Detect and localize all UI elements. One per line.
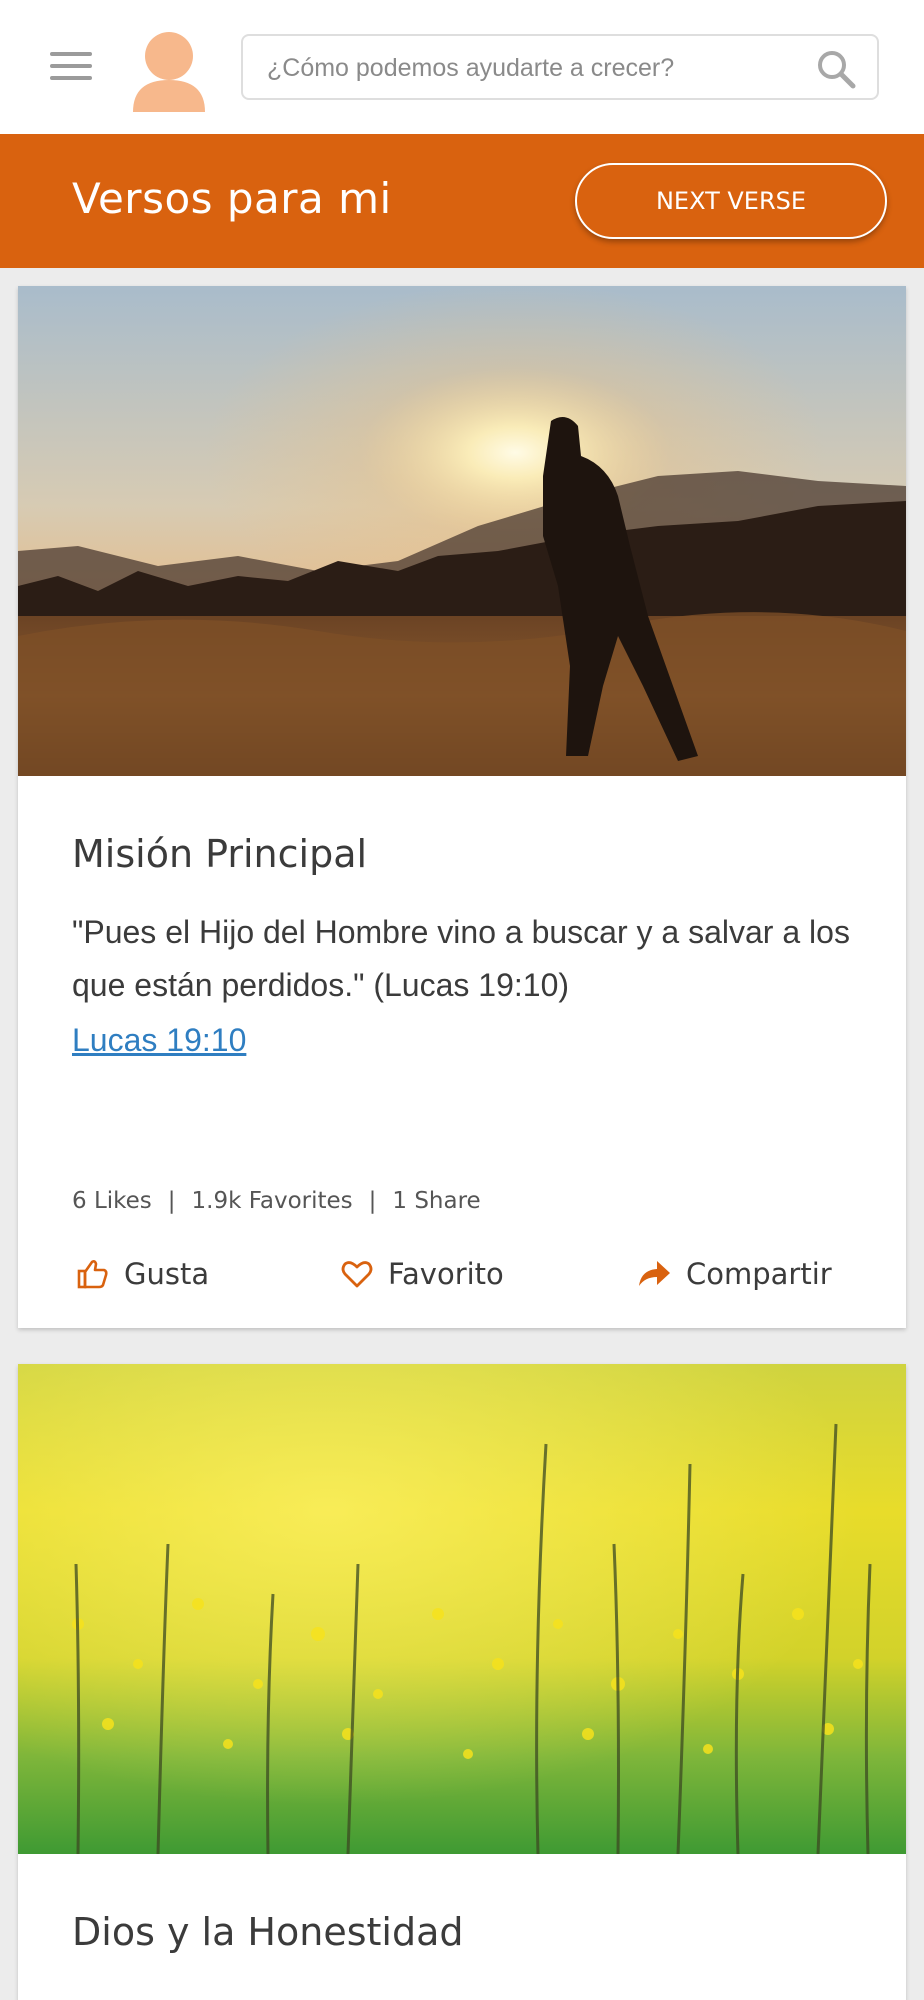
search-input[interactable] (267, 50, 807, 86)
page-title: Versos para mi (72, 174, 392, 223)
heart-icon (341, 1261, 373, 1288)
share-arrow-icon (639, 1261, 670, 1286)
shares-count: 1 Share (392, 1188, 481, 1214)
next-verse-button[interactable]: NEXT VERSE (575, 163, 887, 239)
stats-separator: | (368, 1188, 377, 1214)
top-bar (0, 0, 924, 134)
share-label: Compartir (686, 1257, 832, 1291)
verse-reference-link[interactable]: Lucas 19:10 (72, 1022, 246, 1059)
share-button[interactable]: Compartir (636, 1244, 832, 1304)
card-title: Dios y la Honestidad (72, 1910, 464, 1954)
card-actions: Gusta Favorito Compartir (18, 1244, 906, 1304)
thumbs-up-icon (77, 1260, 108, 1289)
card-image-meadow (18, 1364, 906, 1854)
stats-separator: | (167, 1188, 176, 1214)
likes-count: 6 Likes (72, 1188, 152, 1214)
card-stats: 6 Likes | 1.9k Favorites | 1 Share (72, 1188, 481, 1214)
search-box (241, 34, 879, 100)
search-icon[interactable] (815, 48, 857, 90)
avatar-icon[interactable] (131, 30, 207, 112)
card-image-sunset (18, 286, 906, 776)
section-banner: Versos para mi NEXT VERSE (0, 134, 924, 268)
verse-text: "Pues el Hijo del Hombre vino a buscar y… (72, 914, 850, 1003)
verse-card: Misión Principal "Pues el Hijo del Hombr… (18, 286, 906, 1328)
like-label: Gusta (124, 1257, 210, 1291)
favorite-label: Favorito (388, 1257, 504, 1291)
menu-icon[interactable] (50, 52, 92, 82)
favorites-count: 1.9k Favorites (191, 1188, 353, 1214)
favorite-button[interactable]: Favorito (340, 1244, 504, 1304)
like-button[interactable]: Gusta (76, 1244, 209, 1304)
card-title: Misión Principal (72, 832, 368, 876)
verse-card: Dios y la Honestidad (18, 1364, 906, 2000)
